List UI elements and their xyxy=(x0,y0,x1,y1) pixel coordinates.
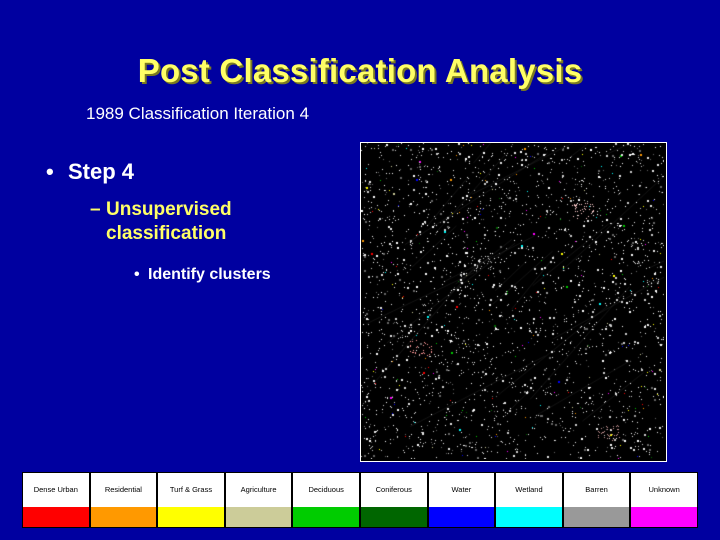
dash-marker-icon: – xyxy=(90,198,101,220)
legend-item: Turf & Grass xyxy=(157,472,225,528)
legend-item: Barren xyxy=(562,472,631,528)
page-title: Post Classification Analysis xyxy=(137,52,583,89)
legend-item-swatch xyxy=(563,507,630,527)
bullet-marker-icon: • xyxy=(46,159,54,184)
legend-item-swatch xyxy=(631,507,697,527)
legend-item-swatch xyxy=(23,507,89,527)
bullet-marker-icon-small: • xyxy=(134,265,140,283)
legend-item-label: Coniferous xyxy=(360,473,427,507)
legend-item-swatch xyxy=(293,507,359,527)
slide: Post Classification Analysis 1989 Classi… xyxy=(0,0,720,540)
legend-item-swatch xyxy=(90,507,157,527)
bullet-level3-label: Identify clusters xyxy=(148,265,271,283)
legend-item: Deciduous xyxy=(292,472,360,528)
legend-item-swatch xyxy=(360,507,427,527)
legend-item-label: Dense Urban xyxy=(23,473,89,507)
legend-item: Coniferous xyxy=(359,472,428,528)
legend-item: Wetland xyxy=(495,472,563,528)
bullet-level1: • Step 4 xyxy=(46,158,356,186)
legend-item-label: Barren xyxy=(563,473,630,507)
bullet-level3: • Identify clusters xyxy=(134,265,356,286)
legend-item-label: Unknown xyxy=(631,473,697,507)
classified-image-canvas xyxy=(361,143,664,459)
legend-item-label: Turf & Grass xyxy=(158,473,224,507)
legend-item: Water xyxy=(427,472,496,528)
legend-item: Unknown xyxy=(630,472,698,528)
legend-item-swatch xyxy=(496,507,562,527)
legend-item: Dense Urban xyxy=(22,472,90,528)
classified-satellite-image xyxy=(360,142,667,462)
legend-item: Agriculture xyxy=(224,472,293,528)
bullet-level2-label-line1: Unsupervised xyxy=(106,198,232,220)
legend-item-label: Water xyxy=(428,473,495,507)
bullet-level2: – Unsupervised classification xyxy=(90,198,356,247)
legend-item-swatch xyxy=(158,507,224,527)
bullet-list: • Step 4 – Unsupervised classification • Id… xyxy=(46,158,356,286)
legend-item: Residential xyxy=(89,472,158,528)
slide-subtitle: 1989 Classification Iteration 4 xyxy=(86,104,310,123)
legend-item-label: Wetland xyxy=(496,473,562,507)
bullet-level2-label-line2: classification xyxy=(106,223,227,245)
legend-item-label: Agriculture xyxy=(225,473,292,507)
bullet-level1-label: Step 4 xyxy=(68,159,135,184)
legend-item-label: Residential xyxy=(90,473,157,507)
legend-item-label: Deciduous xyxy=(293,473,359,507)
legend: Dense Urban Residential Turf & Grass Agricu… xyxy=(22,472,698,528)
legend-item-swatch xyxy=(225,507,292,527)
legend-item-swatch xyxy=(428,507,495,527)
